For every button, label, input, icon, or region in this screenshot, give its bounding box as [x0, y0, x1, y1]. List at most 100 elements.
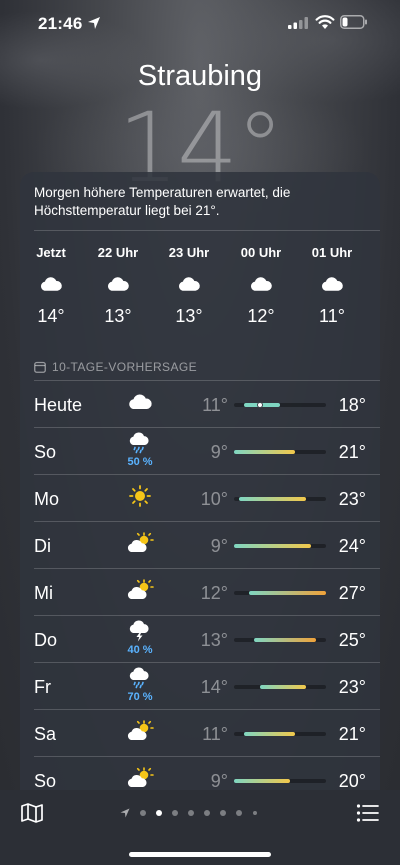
page-dot[interactable] — [204, 810, 210, 816]
forecast-low: 9° — [210, 442, 228, 462]
page-dot[interactable] — [156, 810, 162, 816]
hour-temperature: 11° — [319, 306, 345, 326]
temperature-range-track — [234, 638, 326, 642]
bottom-toolbar — [0, 790, 400, 865]
hourly-item: 01 Uhr 11° — [305, 245, 359, 327]
location-arrow-icon — [88, 17, 100, 29]
forecast-low: 10° — [200, 489, 228, 509]
page-dot[interactable] — [253, 811, 257, 815]
forecast-day: Di — [34, 536, 51, 556]
forecast-low: 14° — [200, 677, 228, 697]
forecast-day: Mi — [34, 583, 53, 603]
page-dot[interactable] — [172, 810, 178, 816]
forecast-high: 21° — [338, 724, 366, 744]
forecast-card[interactable]: Morgen höhere Temperaturen erwartet, die… — [20, 172, 380, 812]
forecast-high: 24° — [338, 536, 366, 556]
forecast-row[interactable]: Sa 11° 21° — [20, 710, 380, 757]
forecast-high: 25° — [338, 630, 366, 650]
forecast-low: 9° — [210, 536, 228, 556]
status-time: 21:46 — [38, 14, 83, 33]
forecast-low: 13° — [200, 630, 228, 650]
page-dot[interactable] — [220, 810, 226, 816]
cloud-icon — [126, 391, 154, 413]
temperature-range-track — [234, 685, 326, 689]
cloud-icon — [319, 274, 345, 292]
forecast-row[interactable]: Heute 11° 18° — [20, 381, 380, 428]
forecast-low: 11° — [202, 395, 228, 415]
hour-label: 00 Uhr — [240, 245, 282, 260]
forecast-row[interactable]: So 50 % 9° 21° — [20, 428, 380, 475]
location-page-icon[interactable] — [120, 808, 130, 818]
forecast-row[interactable]: Fr 70 % 14° 23° — [20, 663, 380, 710]
page-dot[interactable] — [236, 810, 242, 816]
temperature-range-track — [234, 732, 326, 736]
cloud-icon — [248, 274, 274, 292]
temperature-range-track — [234, 497, 326, 501]
hour-temperature: 14° — [37, 306, 65, 326]
hour-label: 23 Uhr — [168, 245, 210, 260]
temperature-range-track — [234, 591, 326, 595]
forecast-day: Fr — [34, 677, 51, 697]
hourly-item: Jetzt 14° — [24, 245, 78, 327]
forecast-row[interactable]: Mi 12° 27° — [20, 569, 380, 616]
hourly-forecast[interactable]: Jetzt 14° 22 Uhr 13° 23 Uhr 13° 00 Uhr 12° 01 Uh… — [20, 231, 380, 339]
precipitation-chance: 50 % — [127, 456, 153, 468]
precipitation-chance: 40 % — [127, 644, 153, 656]
temperature-range-bar — [239, 497, 306, 501]
forecast-low: 12° — [200, 583, 228, 603]
hour-temperature: 12° — [247, 306, 275, 326]
cloud-icon — [38, 274, 64, 292]
forecast-high: 21° — [338, 442, 366, 462]
cellular-signal-icon — [288, 17, 308, 29]
hourly-item: 00 Uhr 12° — [234, 245, 288, 327]
wifi-icon — [315, 15, 335, 29]
hour-label: Jetzt — [36, 245, 66, 260]
forecast-high: 23° — [338, 489, 366, 509]
weather-summary: Morgen höhere Temperaturen erwartet, die… — [34, 185, 291, 218]
partly-cloudy-icon — [126, 720, 154, 742]
forecast-row[interactable]: Do 40 % 13° 25° — [20, 616, 380, 663]
temperature-range-track — [234, 779, 326, 783]
forecast-row[interactable]: Di 9° 24° — [20, 522, 380, 569]
list-icon[interactable] — [356, 803, 380, 823]
hour-label: 22 Uhr — [97, 245, 139, 260]
forecast-day: So — [34, 442, 57, 462]
thunderstorm-icon — [126, 620, 154, 642]
cloud-icon — [105, 274, 131, 292]
partly-cloudy-icon — [126, 532, 154, 554]
partly-cloudy-icon — [126, 579, 154, 601]
calendar-icon — [34, 361, 46, 373]
rain-icon — [126, 432, 154, 454]
forecast-day: So — [34, 771, 57, 791]
home-indicator[interactable] — [129, 852, 271, 857]
forecast-high: 23° — [338, 677, 366, 697]
ten-day-header: 10-TAGE-VORHERSAGE — [34, 360, 197, 374]
cloud-icon — [176, 274, 202, 292]
temperature-range-bar — [234, 779, 291, 783]
temperature-range-track — [234, 450, 326, 454]
map-icon[interactable] — [20, 802, 44, 824]
forecast-high: 20° — [338, 771, 366, 791]
forecast-row[interactable]: Mo 10° 23° — [20, 475, 380, 522]
temperature-range-bar — [254, 638, 316, 642]
temperature-range-track — [234, 544, 326, 548]
page-dot[interactable] — [140, 810, 146, 816]
temperature-range-track — [234, 402, 326, 408]
temperature-range-bar — [259, 685, 306, 689]
sun-icon — [126, 485, 154, 507]
page-dot[interactable] — [188, 810, 194, 816]
partly-cloudy-icon — [126, 767, 154, 789]
temperature-range-bar — [234, 544, 311, 548]
temperature-range-bar — [234, 450, 296, 454]
forecast-high: 27° — [338, 583, 366, 603]
forecast-day: Mo — [34, 489, 60, 509]
precipitation-chance: 70 % — [127, 691, 153, 703]
ten-day-list[interactable]: Heute 11° 18° So 50 % 9° 21° Mo 10° 23° Di 9° 24° Mi 1… — [20, 381, 380, 804]
hourly-item: 22 Uhr 13° — [91, 245, 145, 327]
hour-temperature: 13° — [104, 306, 132, 326]
status-bar: 21:46 — [0, 0, 400, 46]
temperature-range-bar — [244, 732, 296, 736]
hour-temperature: 13° — [175, 306, 203, 326]
city-name: Straubing — [137, 60, 263, 92]
hour-label: 01 Uhr — [311, 245, 353, 260]
